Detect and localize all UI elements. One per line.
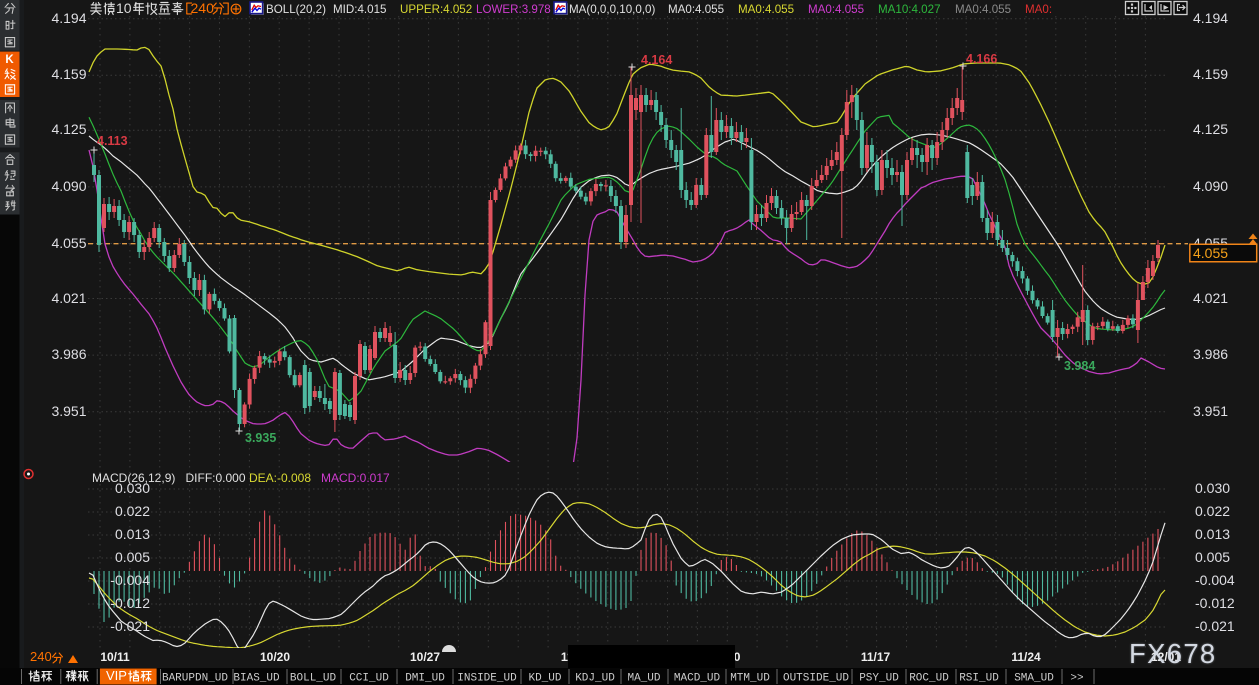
svg-text:CCI_UD: CCI_UD bbox=[349, 673, 389, 685]
svg-text:MACD:0.017: MACD:0.017 bbox=[321, 471, 390, 485]
svg-text:MA_UD: MA_UD bbox=[627, 673, 660, 685]
svg-text:ROC_UD: ROC_UD bbox=[909, 673, 949, 685]
svg-text:DIFF:0.000: DIFF:0.000 bbox=[186, 471, 246, 485]
svg-text:MID:4.015: MID:4.015 bbox=[333, 3, 387, 16]
svg-text:4.164: 4.164 bbox=[641, 53, 672, 67]
svg-text:>>: >> bbox=[1070, 673, 1083, 685]
svg-text:BIAS_UD: BIAS_UD bbox=[233, 673, 280, 685]
svg-text:INSIDE_UD: INSIDE_UD bbox=[457, 673, 517, 685]
svg-text:MACD(26,12,9): MACD(26,12,9) bbox=[92, 471, 175, 485]
svg-text:DEA:-0.008: DEA:-0.008 bbox=[249, 471, 311, 485]
svg-text:3.935: 3.935 bbox=[245, 431, 276, 445]
svg-text:4.166: 4.166 bbox=[966, 52, 997, 66]
svg-text:KD_UD: KD_UD bbox=[528, 673, 561, 685]
svg-text:VIP: VIP bbox=[106, 668, 127, 683]
svg-text:MA0:4.055: MA0:4.055 bbox=[955, 3, 1011, 16]
svg-text:SMA_UD: SMA_UD bbox=[1014, 673, 1054, 685]
svg-text:240: 240 bbox=[191, 0, 215, 16]
svg-text:MA0:: MA0: bbox=[1025, 3, 1052, 16]
svg-text:UPPER:4.052: UPPER:4.052 bbox=[400, 3, 472, 16]
svg-text:OUTSIDE_UD: OUTSIDE_UD bbox=[783, 673, 849, 685]
svg-text:K: K bbox=[5, 54, 14, 66]
svg-text:RSI_UD: RSI_UD bbox=[959, 673, 999, 685]
svg-text:MACD_UD: MACD_UD bbox=[674, 673, 721, 685]
svg-text:PSY_UD: PSY_UD bbox=[859, 673, 899, 685]
svg-text:DMI_UD: DMI_UD bbox=[405, 673, 445, 685]
svg-text:4.113: 4.113 bbox=[97, 134, 128, 148]
svg-text:KDJ_UD: KDJ_UD bbox=[575, 673, 615, 685]
svg-text:MA0:4.055: MA0:4.055 bbox=[808, 3, 864, 16]
svg-text:4.055: 4.055 bbox=[1193, 245, 1228, 261]
svg-text:MA(0,0,0,10,0,0): MA(0,0,0,10,0,0) bbox=[569, 3, 655, 16]
svg-text:BARUPDN_UD: BARUPDN_UD bbox=[162, 673, 228, 685]
svg-text:MA0:4.055: MA0:4.055 bbox=[738, 3, 794, 16]
svg-text:10: 10 bbox=[116, 0, 132, 16]
svg-text:LOWER:3.978: LOWER:3.978 bbox=[476, 3, 551, 16]
svg-text:BOLL_UD: BOLL_UD bbox=[290, 673, 337, 685]
svg-text:BOLL(20,2): BOLL(20,2) bbox=[266, 3, 326, 16]
svg-text:MA10:4.027: MA10:4.027 bbox=[878, 3, 941, 16]
svg-text:240: 240 bbox=[30, 649, 52, 664]
svg-text:MA0:4.055: MA0:4.055 bbox=[668, 3, 724, 16]
svg-text:3.984: 3.984 bbox=[1064, 359, 1095, 373]
svg-text:MTM_UD: MTM_UD bbox=[730, 673, 770, 685]
